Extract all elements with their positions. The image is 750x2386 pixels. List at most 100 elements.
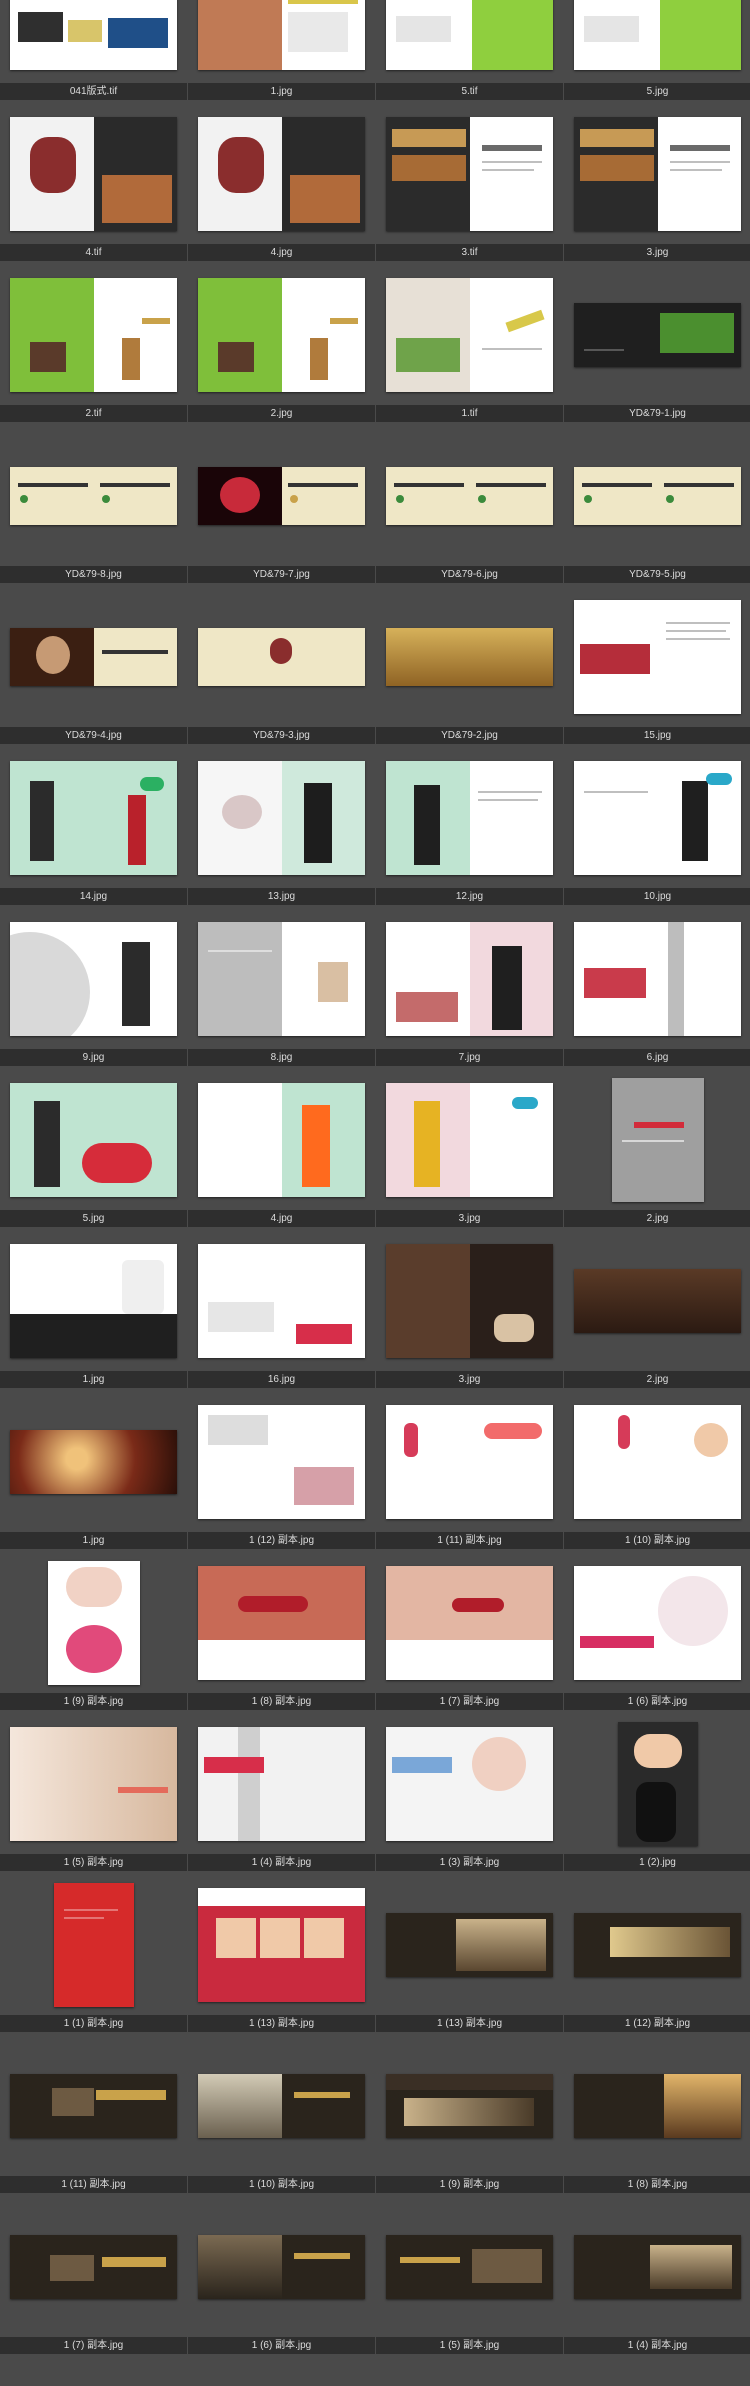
thumbnail-image <box>376 0 563 81</box>
file-thumbnail[interactable]: 5.jpg <box>564 0 750 106</box>
file-thumbnail[interactable]: 2.jpg <box>564 1072 750 1233</box>
file-thumbnail[interactable]: 6.jpg <box>564 911 750 1072</box>
file-thumbnail[interactable]: YD&79-1.jpg <box>564 267 750 428</box>
thumbnail-image <box>376 2038 563 2174</box>
thumbnail-image <box>376 911 563 1047</box>
file-thumbnail[interactable]: 1 (7) 副本.jpg <box>0 2199 187 2360</box>
thumbnail-image <box>0 106 187 242</box>
thumbnail-image <box>188 106 375 242</box>
file-thumbnail[interactable]: 1 (7) 副本.jpg <box>376 1555 563 1716</box>
file-thumbnail[interactable]: YD&79-6.jpg <box>376 428 563 589</box>
file-thumbnail[interactable]: 14.jpg <box>0 750 187 911</box>
file-thumbnail[interactable]: 1 (10) 副本.jpg <box>564 1394 750 1555</box>
file-thumbnail[interactable]: 1 (9) 副本.jpg <box>0 1555 187 1716</box>
file-thumbnail[interactable]: YD&79-5.jpg <box>564 428 750 589</box>
thumbnail-image <box>564 1394 750 1530</box>
file-thumbnail[interactable]: 2.tif <box>0 267 187 428</box>
file-thumbnail[interactable]: 5.jpg <box>0 1072 187 1233</box>
file-thumbnail[interactable]: 1 (5) 副本.jpg <box>376 2199 563 2360</box>
file-thumbnail[interactable]: 1.jpg <box>0 1233 187 1394</box>
file-name: 1 (12) 副本.jpg <box>564 2015 750 2032</box>
file-name: 6.jpg <box>564 1049 750 1066</box>
file-name: YD&79-3.jpg <box>188 727 375 744</box>
file-name: 1 (4) 副本.jpg <box>564 2337 750 2354</box>
thumbnail-image <box>0 2038 187 2174</box>
thumbnail-image <box>376 1716 563 1852</box>
file-thumbnail[interactable]: YD&79-7.jpg <box>188 428 375 589</box>
thumbnail-image <box>188 2038 375 2174</box>
file-thumbnail[interactable]: 1 (6) 副本.jpg <box>188 2199 375 2360</box>
file-thumbnail[interactable]: 4.tif <box>0 106 187 267</box>
file-thumbnail[interactable]: 1 (5) 副本.jpg <box>0 1716 187 1877</box>
file-thumbnail[interactable]: YD&79-2.jpg <box>376 589 563 750</box>
file-thumbnail[interactable]: 1 (6) 副本.jpg <box>564 1555 750 1716</box>
file-thumbnail[interactable]: 3.jpg <box>564 106 750 267</box>
file-name: 1 (12) 副本.jpg <box>188 1532 375 1549</box>
file-thumbnail[interactable]: 3.jpg <box>376 1072 563 1233</box>
file-name: YD&79-1.jpg <box>564 405 750 422</box>
file-name: 1 (8) 副本.jpg <box>188 1693 375 1710</box>
file-name: 1.jpg <box>0 1371 187 1388</box>
file-thumbnail[interactable]: 1 (12) 副本.jpg <box>188 1394 375 1555</box>
file-name: 3.jpg <box>376 1371 563 1388</box>
file-thumbnail[interactable]: 1 (4) 副本.jpg <box>188 1716 375 1877</box>
file-thumbnail[interactable]: 12.jpg <box>376 750 563 911</box>
thumbnail-image <box>376 1072 563 1208</box>
file-thumbnail[interactable]: 10.jpg <box>564 750 750 911</box>
thumbnail-image <box>188 0 375 81</box>
file-thumbnail[interactable]: 1 (11) 副本.jpg <box>0 2038 187 2199</box>
thumbnail-image <box>376 2199 563 2335</box>
file-name: 13.jpg <box>188 888 375 905</box>
file-name: 1 (9) 副本.jpg <box>0 1693 187 1710</box>
file-thumbnail[interactable]: 4.jpg <box>188 106 375 267</box>
file-thumbnail[interactable]: YD&79-3.jpg <box>188 589 375 750</box>
file-thumbnail[interactable]: 1 (13) 副本.jpg <box>376 1877 563 2038</box>
file-thumbnail[interactable]: 1.tif <box>376 267 563 428</box>
thumbnail-image <box>0 1233 187 1369</box>
file-name: YD&79-5.jpg <box>564 566 750 583</box>
file-name: 1 (5) 副本.jpg <box>0 1854 187 1871</box>
file-name: 1 (11) 副本.jpg <box>376 1532 563 1549</box>
file-thumbnail[interactable]: 3.tif <box>376 106 563 267</box>
file-thumbnail[interactable]: 1 (8) 副本.jpg <box>564 2038 750 2199</box>
file-name: YD&79-7.jpg <box>188 566 375 583</box>
file-thumbnail[interactable]: YD&79-4.jpg <box>0 589 187 750</box>
file-thumbnail[interactable]: 16.jpg <box>188 1233 375 1394</box>
file-thumbnail[interactable]: 8.jpg <box>188 911 375 1072</box>
thumbnail-image <box>0 267 187 403</box>
file-thumbnail[interactable]: 1 (10) 副本.jpg <box>188 2038 375 2199</box>
file-thumbnail[interactable]: 1 (9) 副本.jpg <box>376 2038 563 2199</box>
thumbnail-image <box>564 428 750 564</box>
file-thumbnail[interactable]: 1.jpg <box>188 0 375 106</box>
file-thumbnail[interactable]: 1.jpg <box>0 1394 187 1555</box>
file-name: 1.tif <box>376 405 563 422</box>
file-name: 1 (10) 副本.jpg <box>188 2176 375 2193</box>
file-thumbnail[interactable]: 1 (8) 副本.jpg <box>188 1555 375 1716</box>
file-thumbnail[interactable]: 13.jpg <box>188 750 375 911</box>
file-thumbnail[interactable]: 1 (3) 副本.jpg <box>376 1716 563 1877</box>
file-thumbnail[interactable]: 1 (13) 副本.jpg <box>188 1877 375 2038</box>
thumbnail-image <box>564 1233 750 1369</box>
file-thumbnail[interactable]: 1 (4) 副本.jpg <box>564 2199 750 2360</box>
file-thumbnail[interactable]: 1 (1) 副本.jpg <box>0 1877 187 2038</box>
file-thumbnail[interactable]: 5.tif <box>376 0 563 106</box>
file-thumbnail[interactable]: 2.jpg <box>188 267 375 428</box>
file-thumbnail[interactable]: 1 (2).jpg <box>564 1716 750 1877</box>
thumbnail-image <box>0 1555 187 1691</box>
file-thumbnail[interactable]: YD&79-8.jpg <box>0 428 187 589</box>
file-thumbnail[interactable]: 15.jpg <box>564 589 750 750</box>
file-name: 5.jpg <box>564 83 750 100</box>
file-thumbnail[interactable]: 2.jpg <box>564 1233 750 1394</box>
file-name: 1 (4) 副本.jpg <box>188 1854 375 1871</box>
file-thumbnail[interactable]: 9.jpg <box>0 911 187 1072</box>
file-thumbnail[interactable]: 1 (11) 副本.jpg <box>376 1394 563 1555</box>
file-thumbnail[interactable]: 1 (12) 副本.jpg <box>564 1877 750 2038</box>
thumbnail-image <box>376 589 563 725</box>
thumbnail-image <box>564 1877 750 2013</box>
file-thumbnail[interactable]: 7.jpg <box>376 911 563 1072</box>
file-name: 10.jpg <box>564 888 750 905</box>
file-thumbnail[interactable]: 041版式.tif <box>0 0 187 106</box>
file-thumbnail[interactable]: 3.jpg <box>376 1233 563 1394</box>
thumbnail-image <box>188 1555 375 1691</box>
file-thumbnail[interactable]: 4.jpg <box>188 1072 375 1233</box>
